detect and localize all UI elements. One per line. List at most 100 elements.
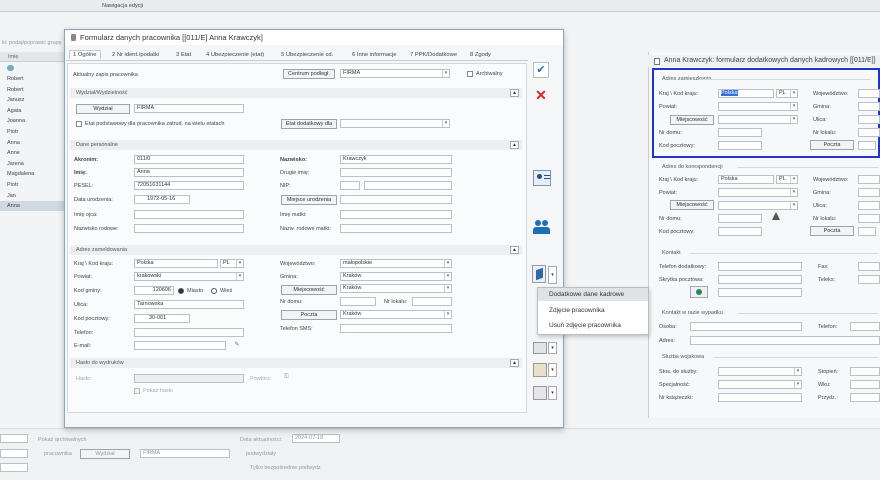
etat-checkbox[interactable] [76,121,82,127]
chevron-down-icon[interactable]: ▾ [548,386,557,400]
rp-country-field[interactable]: Polska [718,89,774,98]
list-item[interactable]: Anne [0,148,64,158]
list-item[interactable]: Joanna [0,116,64,126]
rp-postal-field[interactable] [718,141,762,150]
chevron-down-icon[interactable]: ▾ [548,342,557,354]
accident-person-field[interactable] [690,322,802,331]
chevron-down-icon[interactable]: ▾ [790,176,797,183]
nip-prefix[interactable] [340,181,360,190]
phone-field[interactable] [134,328,244,337]
city-button[interactable]: Miejscowość [281,285,337,295]
chart-icon[interactable] [533,342,547,354]
akronim-field[interactable]: 011/0 [134,155,244,164]
rp-street-field[interactable] [858,115,880,124]
wydzial-field[interactable]: FIRMA [134,104,244,113]
chevron-down-icon[interactable]: ▾ [236,273,243,280]
menu-item-remove-photo[interactable]: Usuń zdjęcie pracownika [549,322,621,329]
rp-voiv-field[interactable] [858,89,880,98]
menu-item-photo[interactable]: Zdjęcie pracownika [549,307,605,314]
wydzial-button[interactable]: Wydział [76,104,130,114]
birth-field[interactable]: 1972-05-16 [134,195,190,204]
family-field[interactable] [134,224,244,233]
nazwisko-field[interactable]: Krawczyk [340,155,452,164]
imie-field[interactable]: Anna [134,168,244,177]
list-item[interactable]: Anna [0,138,64,148]
nip-field[interactable] [364,181,452,190]
menu-item-extra-data[interactable]: Dodatkowe dane kadrowe [549,291,624,298]
list-item[interactable]: Robert [0,74,64,84]
chevron-down-icon[interactable]: ▾ [442,70,449,77]
mailbox-field[interactable] [718,275,802,284]
tab-4[interactable]: 4 Ubezpieczenie (etat) [206,52,264,58]
chevron-down-icon[interactable]: ▾ [444,260,451,267]
central-field[interactable]: FIRMA ▾ [340,69,450,78]
chevron-down-icon[interactable]: ▾ [548,363,557,377]
house-field[interactable] [340,297,376,306]
tab-2[interactable]: 2 Nr ident./podatki [112,52,159,58]
list-item[interactable]: Piotr [0,180,64,190]
central-button[interactable]: Centrum podległ. [283,69,335,79]
tab-3[interactable]: 3 Etat [176,52,191,58]
bottom-wydzial-button[interactable]: Wydział [80,449,130,459]
country-field[interactable]: Polska [134,259,218,268]
person-card-icon[interactable] [533,170,551,186]
list-item[interactable]: Jan [0,191,64,201]
tab-5[interactable]: 5 Ubezpieczenie cd. [281,52,333,58]
rp2-gmina-field[interactable] [858,188,880,197]
spec-field[interactable]: ▾ [718,380,802,389]
village-radio[interactable] [211,288,217,294]
birthplace-button[interactable]: Miejsce urodzenia [281,195,337,205]
rp2-street-field[interactable] [858,201,880,210]
flat-field[interactable] [412,297,452,306]
extra-data-icon[interactable] [532,265,546,283]
gmina-code-field[interactable]: 120606 [134,286,174,295]
voivodeship-field[interactable]: małopolskie ▾ [340,259,452,268]
email-field[interactable] [718,288,802,297]
rp-post-button[interactable]: Poczta [810,140,854,150]
rp2-city-field[interactable]: ▾ [718,201,798,210]
rp2-post-button[interactable]: Poczta [810,226,854,236]
postal-field[interactable]: 30-001 [134,314,190,323]
chevron-down-icon[interactable]: ▾ [548,266,557,284]
gmina-field[interactable]: Kraków ▾ [340,272,452,281]
list-item[interactable]: Jarena [0,159,64,169]
father-field[interactable] [134,210,244,219]
post-button[interactable]: Poczta [281,310,337,320]
chevron-down-icon[interactable]: ▾ [790,202,797,209]
mother-family-field[interactable] [340,224,452,233]
password-field[interactable] [134,374,244,383]
chevron-down-icon[interactable]: ▾ [790,103,797,110]
etat-extra-button[interactable]: Etat dodatkowy dla [281,119,337,129]
rp2-post-field[interactable] [858,227,876,236]
chevron-down-icon[interactable]: ▾ [444,311,451,318]
list-item[interactable]: Magdalena [0,169,64,179]
accident-address-field[interactable] [690,336,880,345]
sms-field[interactable] [340,324,452,333]
rp2-country-code[interactable]: PL ▾ [776,175,798,184]
people-icon[interactable] [533,218,551,236]
rp2-city-button[interactable]: Miejscowość [670,200,714,210]
list-item[interactable]: Agata [0,106,64,116]
teleks-field[interactable] [858,275,880,284]
bottom-field-1[interactable] [0,434,28,443]
mother-field[interactable] [340,210,452,219]
tab-1[interactable]: 1 Ogólne [69,50,101,59]
street-field[interactable]: Tarnowska [134,300,244,309]
chevron-down-icon[interactable]: ▾ [442,120,449,127]
collapse-icon[interactable]: ▲ [510,359,519,367]
email-field[interactable] [134,341,226,350]
rp-city-field[interactable]: ▾ [718,115,798,124]
bottom-field-3[interactable] [0,463,28,472]
przydz-field[interactable] [850,393,880,402]
chevron-down-icon[interactable]: ▾ [794,381,801,388]
second-name-field[interactable] [340,168,452,177]
city-radio[interactable] [178,288,184,294]
wku-field[interactable] [850,380,880,389]
chevron-down-icon[interactable]: ▾ [790,90,797,97]
email-link-icon[interactable]: ✎ [232,341,242,350]
chevron-down-icon[interactable]: ▾ [236,260,243,267]
rp-house-field[interactable] [718,128,762,137]
tab-6[interactable]: 6 Inne informacje [352,52,396,58]
archived-checkbox[interactable] [467,71,473,77]
list-item[interactable]: Piotr [0,127,64,137]
